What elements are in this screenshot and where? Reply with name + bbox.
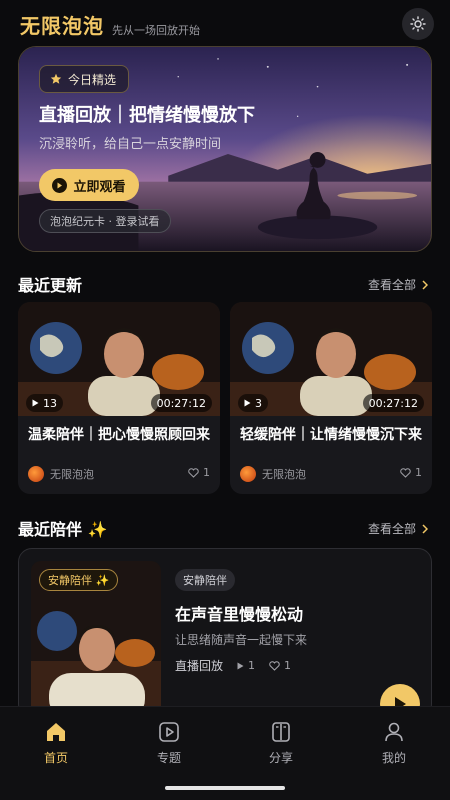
play-square-icon [159, 722, 179, 742]
video-card[interactable]: 13 00:27:12 温柔陪伴｜把心慢慢照顾回来 无限泡泡 1 [18, 302, 220, 494]
section-title: 最近更新 [18, 276, 83, 295]
video-card[interactable]: 3 00:27:12 轻缓陪伴｜让情绪慢慢沉下来 无限泡泡 1 [230, 302, 432, 494]
nav-share-label: 分享 [268, 751, 293, 765]
content-type: 直播回放 [175, 659, 224, 673]
play-count-icon [237, 662, 244, 669]
hero-subtitle: 沉浸聆听，给自己一点安静时间 [39, 137, 222, 152]
video-title: 轻缓陪伴｜让情绪慢慢沉下来 [240, 427, 422, 443]
author-name: 无限泡泡 [262, 468, 306, 481]
play-count-icon [244, 399, 251, 407]
recent-companion-header: 最近陪伴 ✨ 查看全部 [18, 516, 432, 540]
avatar [28, 466, 44, 482]
play-icon [52, 177, 68, 193]
see-all-link[interactable]: 查看全部 [368, 520, 428, 537]
nav-topics-label: 专题 [156, 751, 181, 765]
hero-title: 直播回放｜把情绪慢慢放下 [39, 105, 255, 126]
watch-now-label: 立即观看 [73, 179, 126, 195]
home-icon [47, 723, 65, 741]
section-title: 最近陪伴 ✨ [18, 520, 108, 539]
see-all-label: 查看全部 [367, 278, 416, 292]
like-count: 1 [284, 659, 292, 672]
nav-profile[interactable]: 我的 [354, 721, 434, 766]
hero-badge: 今日精选 [39, 65, 130, 93]
view-count-badge: 3 [238, 394, 268, 412]
companion-meta: 直播回放 1 1 [175, 657, 291, 674]
like-button[interactable]: 1 [269, 659, 291, 672]
watch-now-button[interactable]: 立即观看 [39, 169, 139, 201]
star-icon [50, 73, 62, 84]
nav-home-label: 首页 [43, 751, 68, 765]
companion-tag: 安静陪伴 [175, 569, 235, 591]
companion-card[interactable]: 安静陪伴 ✨ 安静陪伴 在声音里慢慢松动 让思绪随声音一起慢下来 直播回放 1 … [18, 548, 432, 718]
author-name: 无限泡泡 [50, 468, 94, 481]
top-bar: 无限泡泡 先从一场回放开始 [0, 0, 450, 46]
user-icon [385, 722, 403, 742]
recent-updates-header: 最近更新 查看全部 [18, 272, 432, 296]
view-count: 13 [43, 396, 57, 410]
companion-subtitle: 让思绪随声音一起慢下来 [175, 633, 308, 647]
see-all-link[interactable]: 查看全部 [368, 276, 428, 293]
theme-toggle-button[interactable] [402, 8, 434, 40]
like-count: 1 [203, 466, 210, 479]
like-button[interactable]: 1 [188, 466, 210, 479]
duration-badge: 00:27:12 [362, 394, 424, 412]
play-count: 1 [248, 659, 256, 672]
view-count-badge: 13 [26, 394, 63, 412]
video-author: 无限泡泡 [240, 466, 306, 482]
like-count: 1 [415, 466, 422, 479]
hero-banner[interactable]: 今日精选 直播回放｜把情绪慢慢放下 沉浸聆听，给自己一点安静时间 立即观看 泡泡… [18, 46, 432, 252]
avatar [240, 466, 256, 482]
companion-badge: 安静陪伴 ✨ [39, 569, 119, 591]
video-title: 温柔陪伴｜把心慢慢照顾回来 [28, 427, 210, 443]
book-icon [272, 722, 290, 742]
hero-badge-label: 今日精选 [68, 72, 117, 87]
nav-profile-label: 我的 [381, 751, 406, 765]
video-author: 无限泡泡 [28, 466, 94, 482]
home-indicator [165, 786, 285, 790]
play-count-icon [32, 399, 39, 407]
nav-share[interactable]: 分享 [241, 721, 321, 766]
duration-badge: 00:27:12 [150, 394, 212, 412]
sun-icon [410, 16, 426, 32]
nav-home[interactable]: 首页 [16, 721, 96, 766]
heart-icon [400, 467, 411, 478]
like-button[interactable]: 1 [400, 466, 422, 479]
heart-icon [188, 467, 199, 478]
chevron-right-icon [422, 279, 428, 290]
nav-topics[interactable]: 专题 [129, 721, 209, 766]
play-stat: 1 [237, 659, 255, 672]
login-trial-tag[interactable]: 泡泡纪元卡 · 登录试看 [39, 209, 171, 233]
companion-title: 在声音里慢慢松动 [175, 605, 304, 624]
see-all-label: 查看全部 [367, 522, 416, 536]
view-count: 3 [255, 396, 262, 410]
app-title: 无限泡泡 [20, 14, 104, 38]
heart-icon [269, 660, 280, 671]
chevron-right-icon [422, 523, 428, 534]
app-slogan: 先从一场回放开始 [112, 24, 200, 37]
